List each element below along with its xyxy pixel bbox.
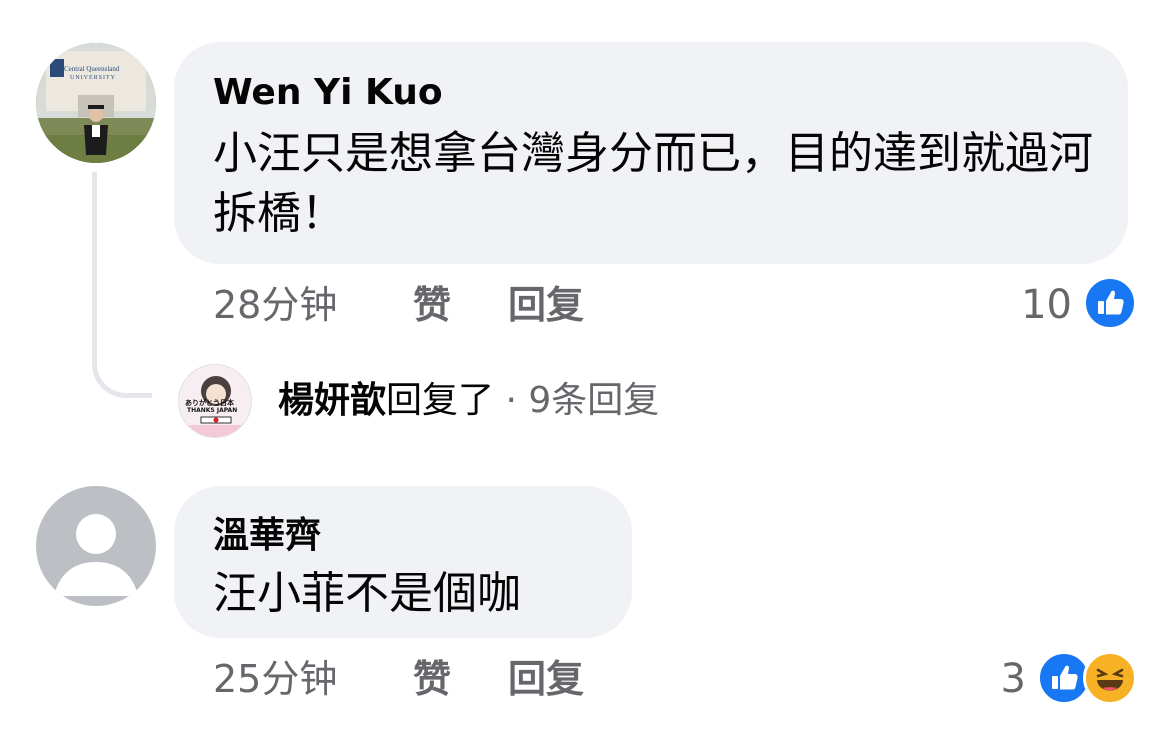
replier-avatar-text-2: THANKS JAPAN [187, 407, 238, 414]
like-button[interactable]: 赞 [413, 656, 451, 702]
reaction-count[interactable]: 3 [980, 656, 1026, 702]
comment-timestamp[interactable]: 28分钟 [213, 282, 337, 328]
reply-button[interactable]: 回复 [508, 282, 584, 328]
like-icon[interactable] [1083, 276, 1137, 330]
reply-button[interactable]: 回复 [508, 656, 584, 702]
like-button[interactable]: 赞 [413, 282, 451, 328]
comment-text: 小汪只是想拿台灣身分而已，目的達到就過河拆橋！ [213, 128, 1093, 239]
comment-author[interactable]: 溫華齊 [213, 514, 321, 558]
avatar-default[interactable] [36, 486, 156, 606]
view-replies-link[interactable]: 楊妍歆回复了 · 9条回复 [278, 378, 659, 424]
avatar-text-line-1: Central Queensland [64, 65, 120, 73]
comment-timestamp[interactable]: 25分钟 [213, 656, 337, 702]
haha-icon[interactable] [1083, 651, 1137, 705]
reply-count: · 9条回复 [494, 380, 660, 421]
avatar-text-line-2: UNIVERSITY [70, 75, 116, 81]
reaction-count[interactable]: 10 [1000, 282, 1072, 328]
comment-author[interactable]: Wen Yi Kuo [213, 71, 443, 115]
replied-verb: 回复了 [386, 380, 495, 421]
avatar-wen-yi-kuo[interactable]: Central Queensland UNIVERSITY [36, 43, 156, 163]
avatar-replier[interactable]: ありがとう日本 THANKS JAPAN [178, 364, 252, 438]
replier-name: 楊妍歆 [278, 380, 387, 421]
thread-connector [92, 172, 152, 398]
avatar-photo [36, 43, 156, 163]
comment-text: 汪小菲不是個咖 [213, 568, 521, 619]
default-avatar-icon [54, 514, 138, 596]
